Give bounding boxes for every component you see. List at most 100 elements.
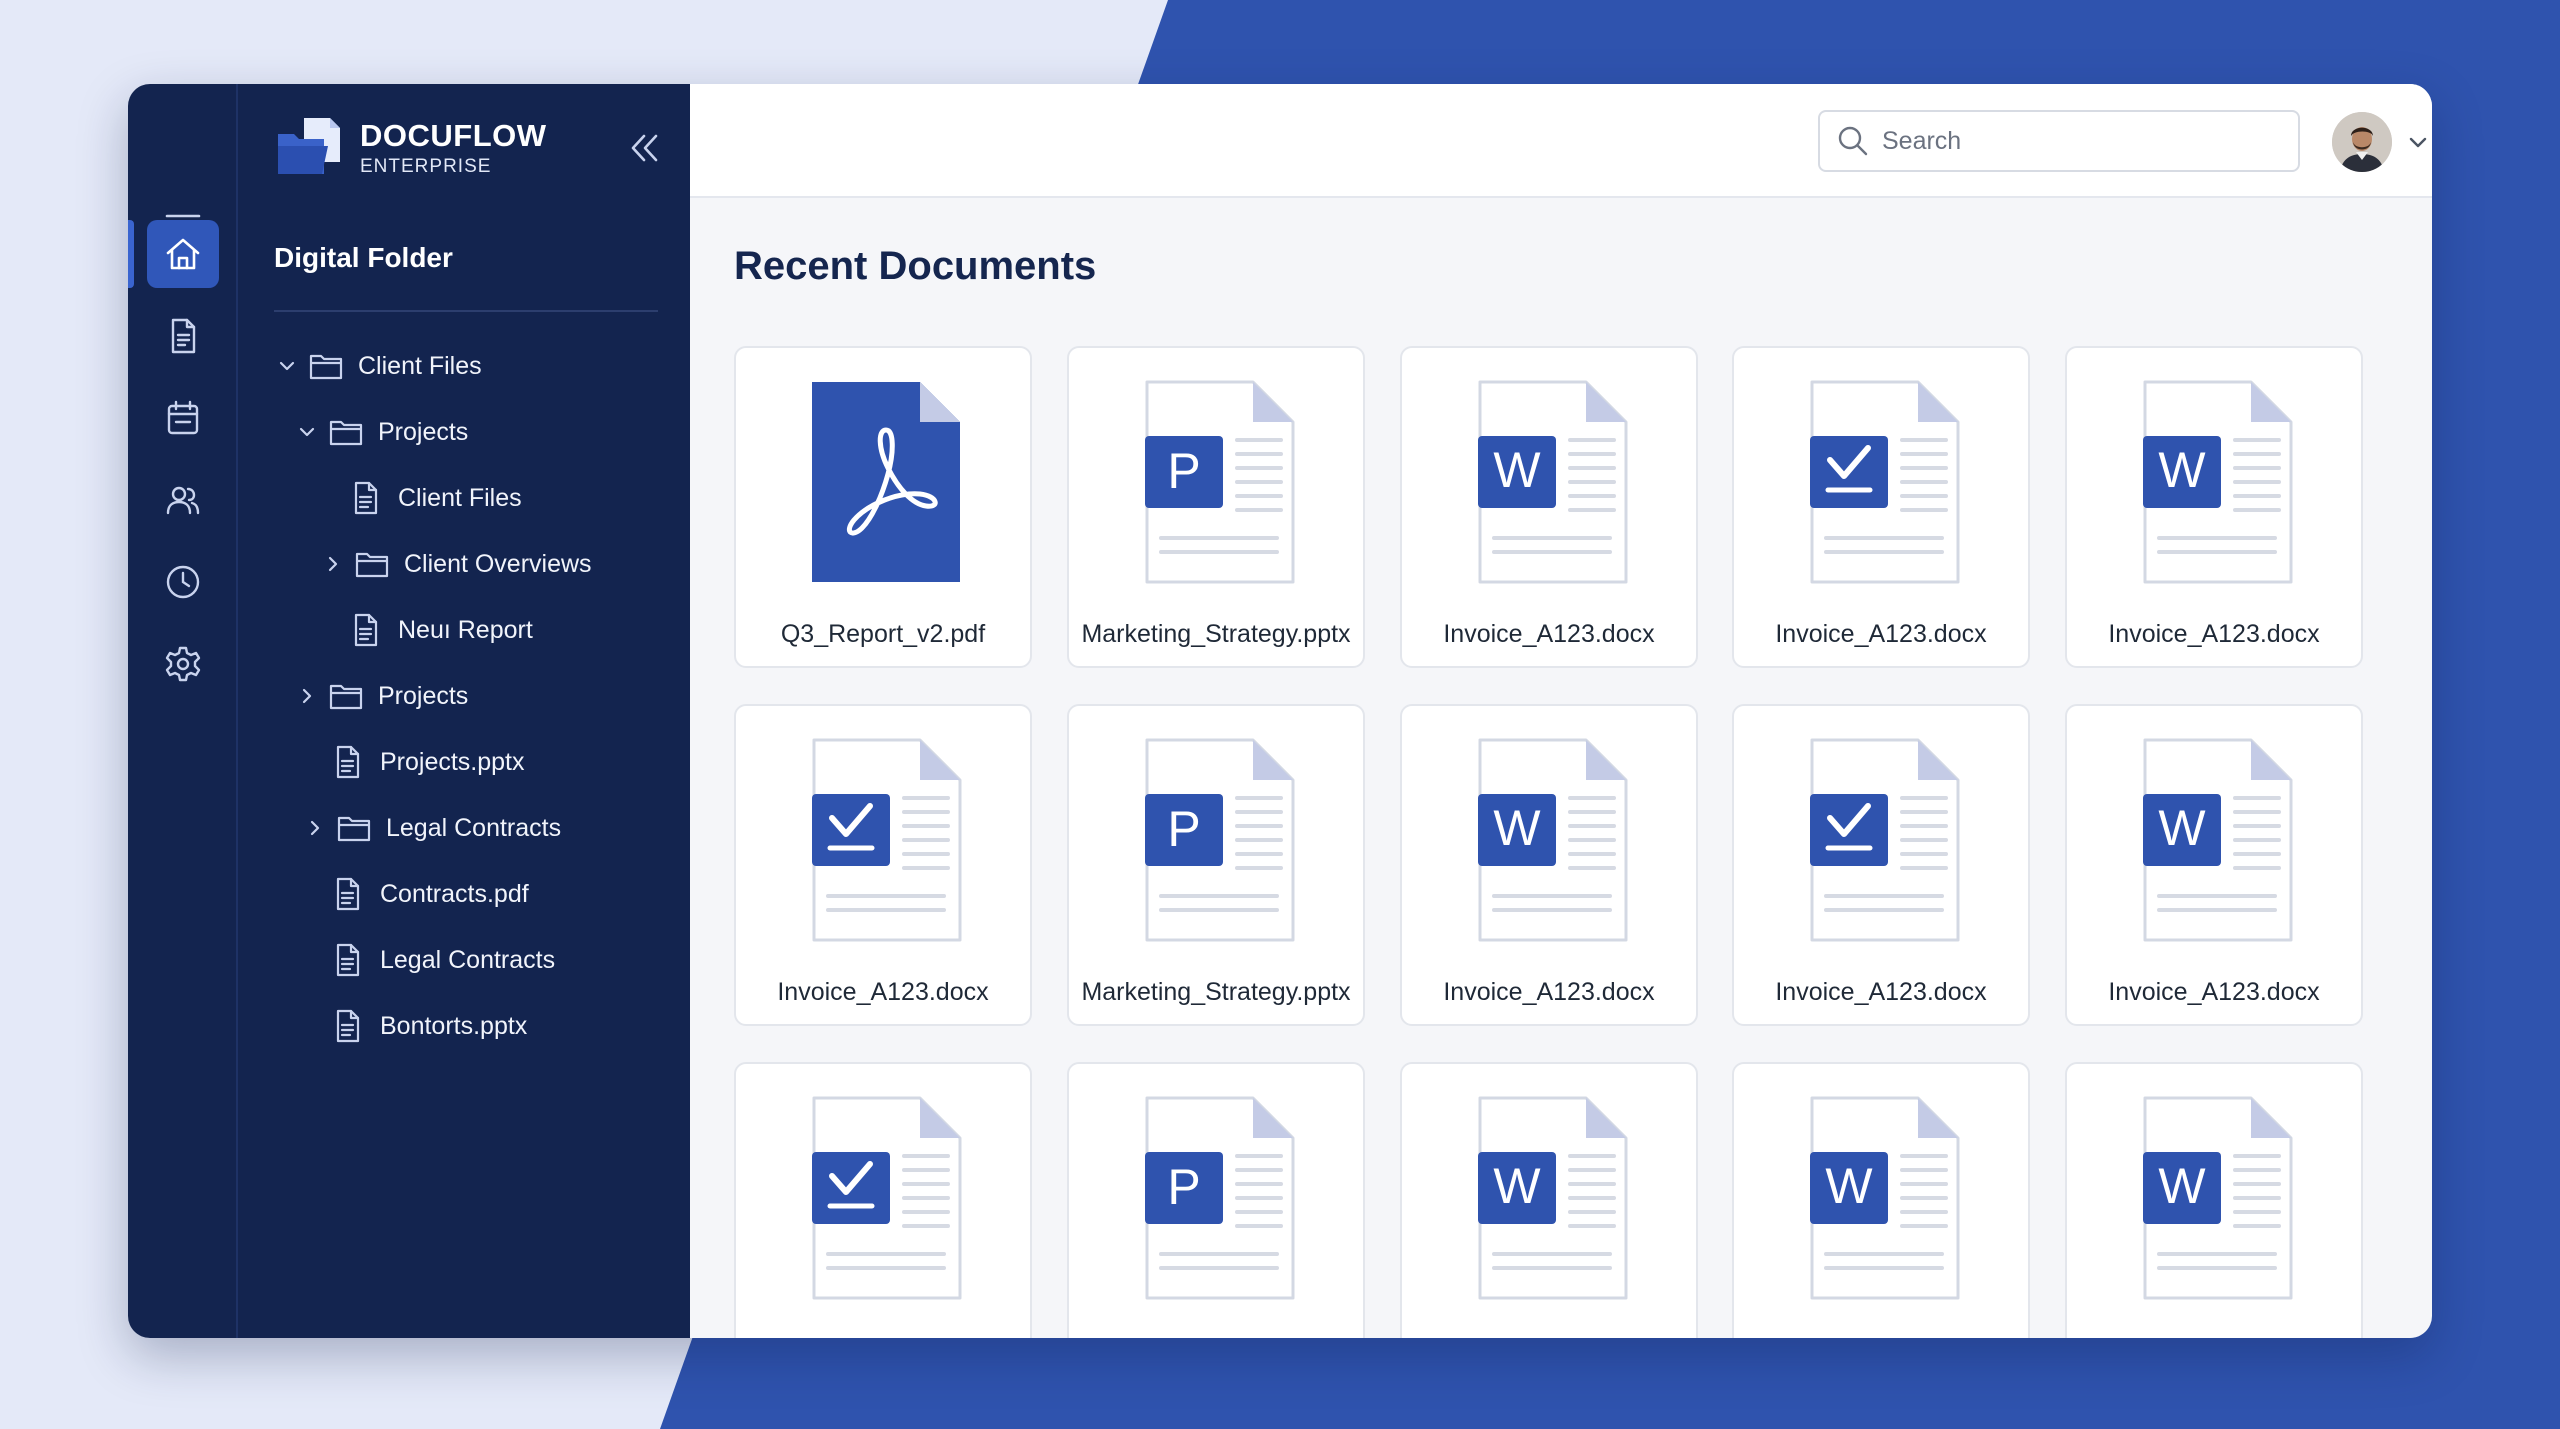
word-file-icon: W	[1478, 738, 1628, 942]
chevron-down-icon[interactable]	[294, 419, 320, 445]
document-icon	[336, 943, 360, 977]
section-title: Recent Documents	[734, 244, 1097, 288]
document-name: Invoice_A123.docx	[1443, 978, 1655, 1006]
svg-text:W: W	[1493, 442, 1541, 498]
tree-item-label: Client Files	[398, 483, 522, 512]
document-icon	[336, 877, 360, 911]
svg-text:P: P	[1167, 801, 1200, 857]
document-card[interactable]: Q3_Report_v2.pdf	[734, 346, 1032, 668]
document-card[interactable]: W Invoice_A123.docx	[2065, 704, 2363, 1026]
word-file-icon: W	[1478, 1096, 1628, 1300]
folder-icon	[355, 552, 389, 578]
tree-item-projects-pptx[interactable]: Projects.pptx	[330, 740, 525, 784]
user-avatar-image	[2332, 112, 2392, 172]
chevron-right-icon[interactable]	[320, 551, 346, 577]
nav-home-button[interactable]	[147, 220, 219, 288]
powerpoint-file-icon: P	[1145, 1096, 1295, 1300]
word-file-icon: W	[2143, 738, 2293, 942]
checklist-file-icon	[812, 738, 962, 942]
document-card[interactable]: Invoice_A123.docx	[1732, 704, 2030, 1026]
tree-item-legal-contracts-doc[interactable]: Legal Contracts	[330, 938, 555, 982]
document-card[interactable]: Invoice_A123.docx	[1732, 346, 2030, 668]
svg-text:W: W	[1493, 800, 1541, 856]
tree-item-legal-contracts[interactable]: Legal Contracts	[302, 806, 561, 850]
document-card[interactable]: W	[1400, 1062, 1698, 1338]
tree-item-projects[interactable]: Projects	[294, 410, 468, 454]
document-name: Marketing_Strategy.pptx	[1081, 978, 1351, 1006]
calendar-icon	[167, 400, 199, 435]
svg-text:P: P	[1167, 443, 1200, 499]
document-name: Marketing_Strategy.pptx	[1081, 620, 1351, 648]
brand-subtitle: ENTERPRISE	[360, 156, 492, 177]
clock-icon	[166, 565, 200, 599]
document-card[interactable]: P Marketing_Strategy.pptx	[1067, 346, 1365, 668]
nav-documents-button[interactable]	[147, 302, 219, 370]
document-card[interactable]: W Invoice_A123.docx	[1400, 346, 1698, 668]
tree-item-new-report[interactable]: Neuı Report	[348, 608, 533, 652]
document-card[interactable]: W	[2065, 1062, 2363, 1338]
app-window: DOCUFLOW ENTERPRISE Digital Folder Clien…	[128, 84, 2432, 1338]
folder-icon	[329, 684, 363, 710]
brand[interactable]: DOCUFLOW ENTERPRISE	[274, 112, 547, 184]
tree-item-client-overviews[interactable]: Client Overviews	[320, 542, 592, 586]
document-card[interactable]: W	[1732, 1062, 2030, 1338]
tree-item-label: Legal Contracts	[386, 813, 562, 842]
powerpoint-file-icon: P	[1145, 380, 1295, 584]
active-indicator	[128, 220, 134, 288]
nav-recent-button[interactable]	[147, 548, 219, 616]
main-content: Recent Documents Q3_Report_v2.pdf P Market…	[690, 84, 2432, 1338]
tree-item-label: Client Files	[358, 351, 482, 380]
search-icon	[1838, 126, 1868, 156]
svg-text:W: W	[1825, 1158, 1873, 1214]
powerpoint-file-icon: P	[1145, 738, 1295, 942]
document-card[interactable]	[734, 1062, 1032, 1338]
document-name: Invoice_A123.docx	[777, 978, 989, 1006]
tree-item-client-files[interactable]: Client Files	[274, 344, 482, 388]
tree-item-label: Projects	[378, 417, 469, 446]
tree-item-label: Bontorts.pptx	[380, 1011, 528, 1040]
document-card[interactable]: P	[1067, 1062, 1365, 1338]
divider	[274, 310, 658, 312]
tree-item-bontorts-pptx[interactable]: Bontorts.pptx	[330, 1004, 527, 1048]
nav-settings-button[interactable]	[147, 630, 219, 698]
svg-text:W: W	[1493, 1158, 1541, 1214]
svg-text:W: W	[2158, 1158, 2206, 1214]
document-name: Q3_Report_v2.pdf	[780, 620, 986, 648]
chevron-down-icon[interactable]	[274, 353, 300, 379]
document-card[interactable]: W Invoice_A123.docx	[1400, 704, 1698, 1026]
tree-item-label: Neuı Report	[398, 615, 533, 644]
document-icon	[354, 613, 378, 647]
tree-item-label: Client Overviews	[404, 549, 592, 578]
document-icon	[171, 318, 196, 354]
folder-icon	[337, 816, 371, 842]
document-card[interactable]: Invoice_A123.docx	[734, 704, 1032, 1026]
nav-users-button[interactable]	[147, 466, 219, 534]
word-file-icon: W	[1478, 380, 1628, 584]
document-card[interactable]: P Marketing_Strategy.pptx	[1067, 704, 1365, 1026]
search-box[interactable]	[1818, 110, 2300, 172]
brand-name: DOCUFLOW	[360, 118, 547, 153]
checklist-file-icon	[1810, 380, 1960, 584]
tree-item-projects-2[interactable]: Projects	[294, 674, 468, 718]
chevron-right-icon[interactable]	[294, 683, 320, 709]
checklist-file-icon	[812, 1096, 962, 1300]
search-input[interactable]	[1882, 126, 2282, 156]
chevron-right-icon[interactable]	[302, 815, 328, 841]
folder-sidebar: DOCUFLOW ENTERPRISE Digital Folder Clien…	[238, 84, 690, 1338]
avatar[interactable]	[2332, 112, 2392, 172]
collapse-sidebar-icon[interactable]	[624, 128, 664, 168]
document-name: Invoice_A123.docx	[1443, 620, 1655, 648]
nav-calendar-button[interactable]	[147, 384, 219, 452]
document-name: Invoice_A123.docx	[2108, 620, 2320, 648]
sidebar-title: Digital Folder	[274, 242, 453, 273]
top-bar	[690, 84, 2432, 198]
users-icon	[166, 486, 200, 515]
chevron-down-icon[interactable]	[2404, 128, 2432, 156]
tree-item-contracts-pdf[interactable]: Contracts.pdf	[330, 872, 529, 916]
document-name: Invoice_A123.docx	[1775, 978, 1987, 1006]
document-icon	[354, 481, 378, 515]
tree-item-label: Projects	[378, 681, 469, 710]
checklist-file-icon	[1810, 738, 1960, 942]
tree-item-client-files-doc[interactable]: Client Files	[348, 476, 522, 520]
document-card[interactable]: W Invoice_A123.docx	[2065, 346, 2363, 668]
